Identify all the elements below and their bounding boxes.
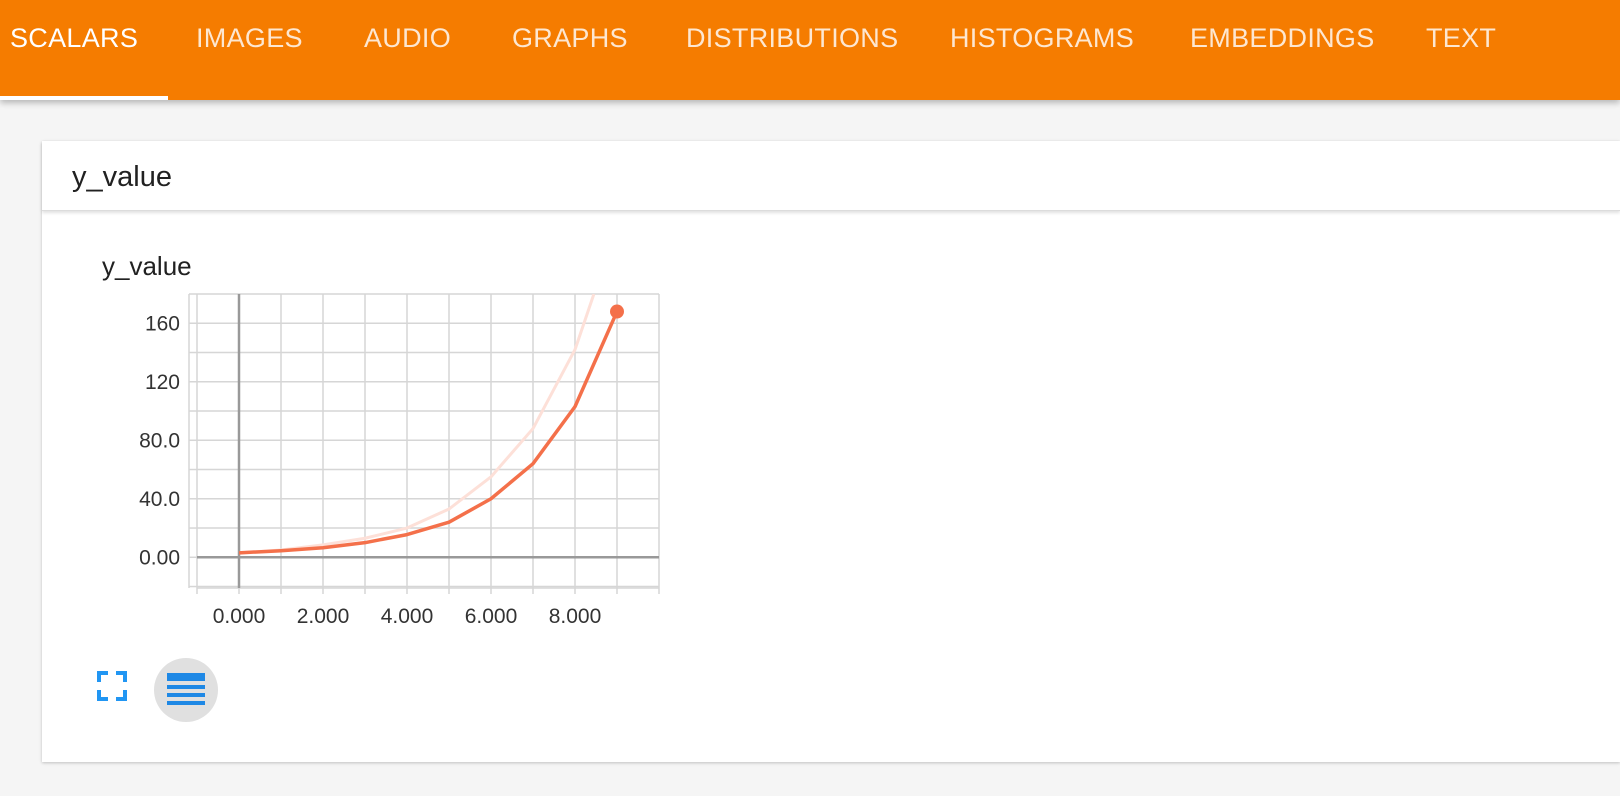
tab-embeddings[interactable]: EMBEDDINGS	[1190, 0, 1375, 100]
active-tab-indicator	[0, 96, 168, 100]
scalar-card: y_value y_value 0.00 40.0 80.0 120 160 0.000 2…	[42, 141, 1620, 762]
chart-title: y_value	[102, 251, 192, 281]
tab-images[interactable]: IMAGES	[196, 0, 303, 100]
top-navigation-bar: SCALARS IMAGES AUDIO GRAPHS DISTRIBUTION…	[0, 0, 1620, 100]
raw-series-line	[238, 294, 596, 555]
toggle-data-table-button[interactable]	[154, 658, 218, 722]
series-endpoint-marker	[610, 304, 624, 319]
y-tick-label: 160	[145, 312, 180, 335]
card-header[interactable]: y_value	[42, 141, 1620, 211]
y-tick-label: 0.00	[139, 546, 180, 569]
tab-audio[interactable]: AUDIO	[364, 0, 451, 100]
tab-graphs[interactable]: GRAPHS	[512, 0, 628, 100]
x-tick-label: 6.000	[465, 605, 518, 628]
fullscreen-expand-icon	[97, 671, 127, 701]
card-title: y_value	[72, 161, 172, 193]
y-tick-label: 40.0	[139, 488, 180, 511]
x-tick-label: 8.000	[549, 605, 602, 628]
x-tick-label: 2.000	[297, 605, 350, 628]
x-tick-label: 4.000	[381, 605, 434, 628]
tab-text[interactable]: TEXT	[1426, 0, 1496, 100]
tab-bar: SCALARS IMAGES AUDIO GRAPHS DISTRIBUTION…	[0, 0, 1620, 100]
smoothed-series-line	[238, 310, 619, 555]
data-table-list-icon	[167, 673, 205, 705]
tab-histograms[interactable]: HISTOGRAMS	[950, 0, 1134, 100]
tab-scalars[interactable]: SCALARS	[10, 0, 138, 100]
y-tick-label: 80.0	[139, 429, 180, 452]
line-chart[interactable]: 0.00 40.0 80.0 120 160 0.000 2.000 4.000 6.000 8.…	[112, 291, 672, 631]
tab-distributions[interactable]: DISTRIBUTIONS	[686, 0, 898, 100]
x-tick-label: 0.000	[213, 605, 266, 628]
expand-chart-button[interactable]	[94, 668, 130, 704]
y-tick-label: 120	[145, 371, 180, 394]
